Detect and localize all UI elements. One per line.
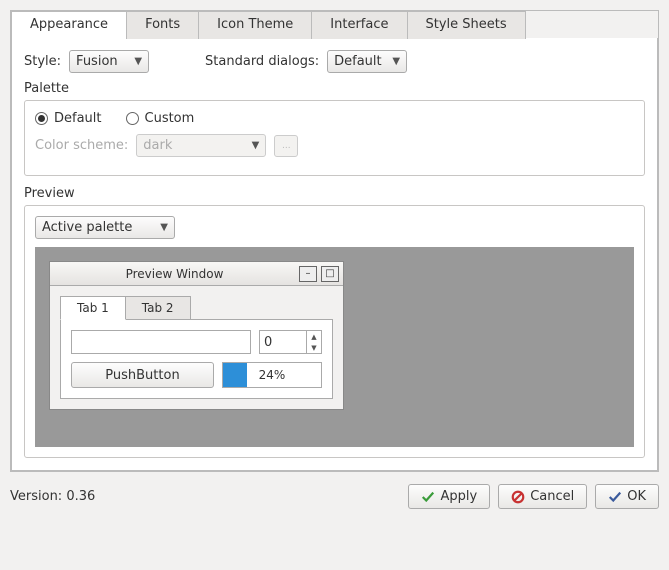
palette-title: Palette — [24, 81, 645, 96]
preview-window-titlebar: Preview Window – □ — [50, 262, 343, 286]
chevron-down-icon: ▼ — [134, 56, 142, 67]
preview-text-input[interactable] — [71, 330, 251, 354]
maximize-button[interactable]: □ — [321, 266, 339, 282]
preview-spinbox[interactable]: 0 ▲ ▼ — [259, 330, 322, 354]
radio-custom[interactable]: Custom — [126, 111, 195, 126]
preview-tab-2[interactable]: Tab 2 — [125, 296, 191, 320]
minimize-button[interactable]: – — [299, 266, 317, 282]
check-icon — [421, 490, 435, 504]
color-scheme-combo: dark▼ — [136, 134, 266, 157]
cancel-icon — [511, 490, 525, 504]
version-label: Version: 0.36 — [10, 489, 95, 504]
chevron-down-icon: ▼ — [392, 56, 400, 67]
preview-window-body: Tab 1 Tab 2 0 ▲ ▼ — [50, 286, 343, 409]
tab-appearance[interactable]: Appearance — [11, 11, 127, 39]
style-label: Style: — [24, 54, 61, 69]
standard-dialogs-combo[interactable]: Default▼ — [327, 50, 407, 73]
preview-palette-combo[interactable]: Active palette▼ — [35, 216, 175, 239]
preview-title: Preview — [24, 186, 645, 201]
apply-button[interactable]: Apply — [408, 484, 490, 509]
tab-interface[interactable]: Interface — [311, 11, 407, 39]
preview-window: Preview Window – □ Tab 1 Tab 2 — [49, 261, 344, 410]
preview-progress-bar: 24% — [222, 362, 322, 388]
appearance-page: Style: Fusion▼ Standard dialogs: Default… — [11, 38, 658, 471]
palette-group: Default Custom Color scheme: dark▼ ... — [24, 100, 645, 176]
tab-icon-theme[interactable]: Icon Theme — [198, 11, 312, 39]
preview-tab-1[interactable]: Tab 1 — [60, 296, 126, 320]
tab-style-sheets[interactable]: Style Sheets — [407, 11, 526, 39]
preview-push-button[interactable]: PushButton — [71, 362, 214, 388]
spin-up-icon[interactable]: ▲ — [307, 331, 321, 342]
settings-panel: Appearance Fonts Icon Theme Interface St… — [10, 10, 659, 472]
preview-canvas: Preview Window – □ Tab 1 Tab 2 — [35, 247, 634, 447]
color-scheme-browse-button: ... — [274, 135, 298, 157]
chevron-down-icon: ▼ — [252, 140, 260, 151]
footer: Version: 0.36 Apply Cancel OK — [10, 484, 659, 509]
style-combo[interactable]: Fusion▼ — [69, 50, 149, 73]
cancel-button[interactable]: Cancel — [498, 484, 587, 509]
main-tabbar: Appearance Fonts Icon Theme Interface St… — [11, 11, 658, 39]
color-scheme-label: Color scheme: — [35, 138, 128, 153]
check-icon — [608, 490, 622, 504]
spin-down-icon[interactable]: ▼ — [307, 342, 321, 353]
chevron-down-icon: ▼ — [160, 222, 168, 233]
radio-dot-icon — [126, 112, 139, 125]
preview-tab-page: 0 ▲ ▼ PushButton — [60, 319, 333, 399]
tab-fonts[interactable]: Fonts — [126, 11, 199, 39]
radio-dot-icon — [35, 112, 48, 125]
standard-dialogs-label: Standard dialogs: — [205, 54, 319, 69]
ok-button[interactable]: OK — [595, 484, 659, 509]
radio-default[interactable]: Default — [35, 111, 102, 126]
preview-group: Active palette▼ Preview Window – □ Tab 1… — [24, 205, 645, 458]
